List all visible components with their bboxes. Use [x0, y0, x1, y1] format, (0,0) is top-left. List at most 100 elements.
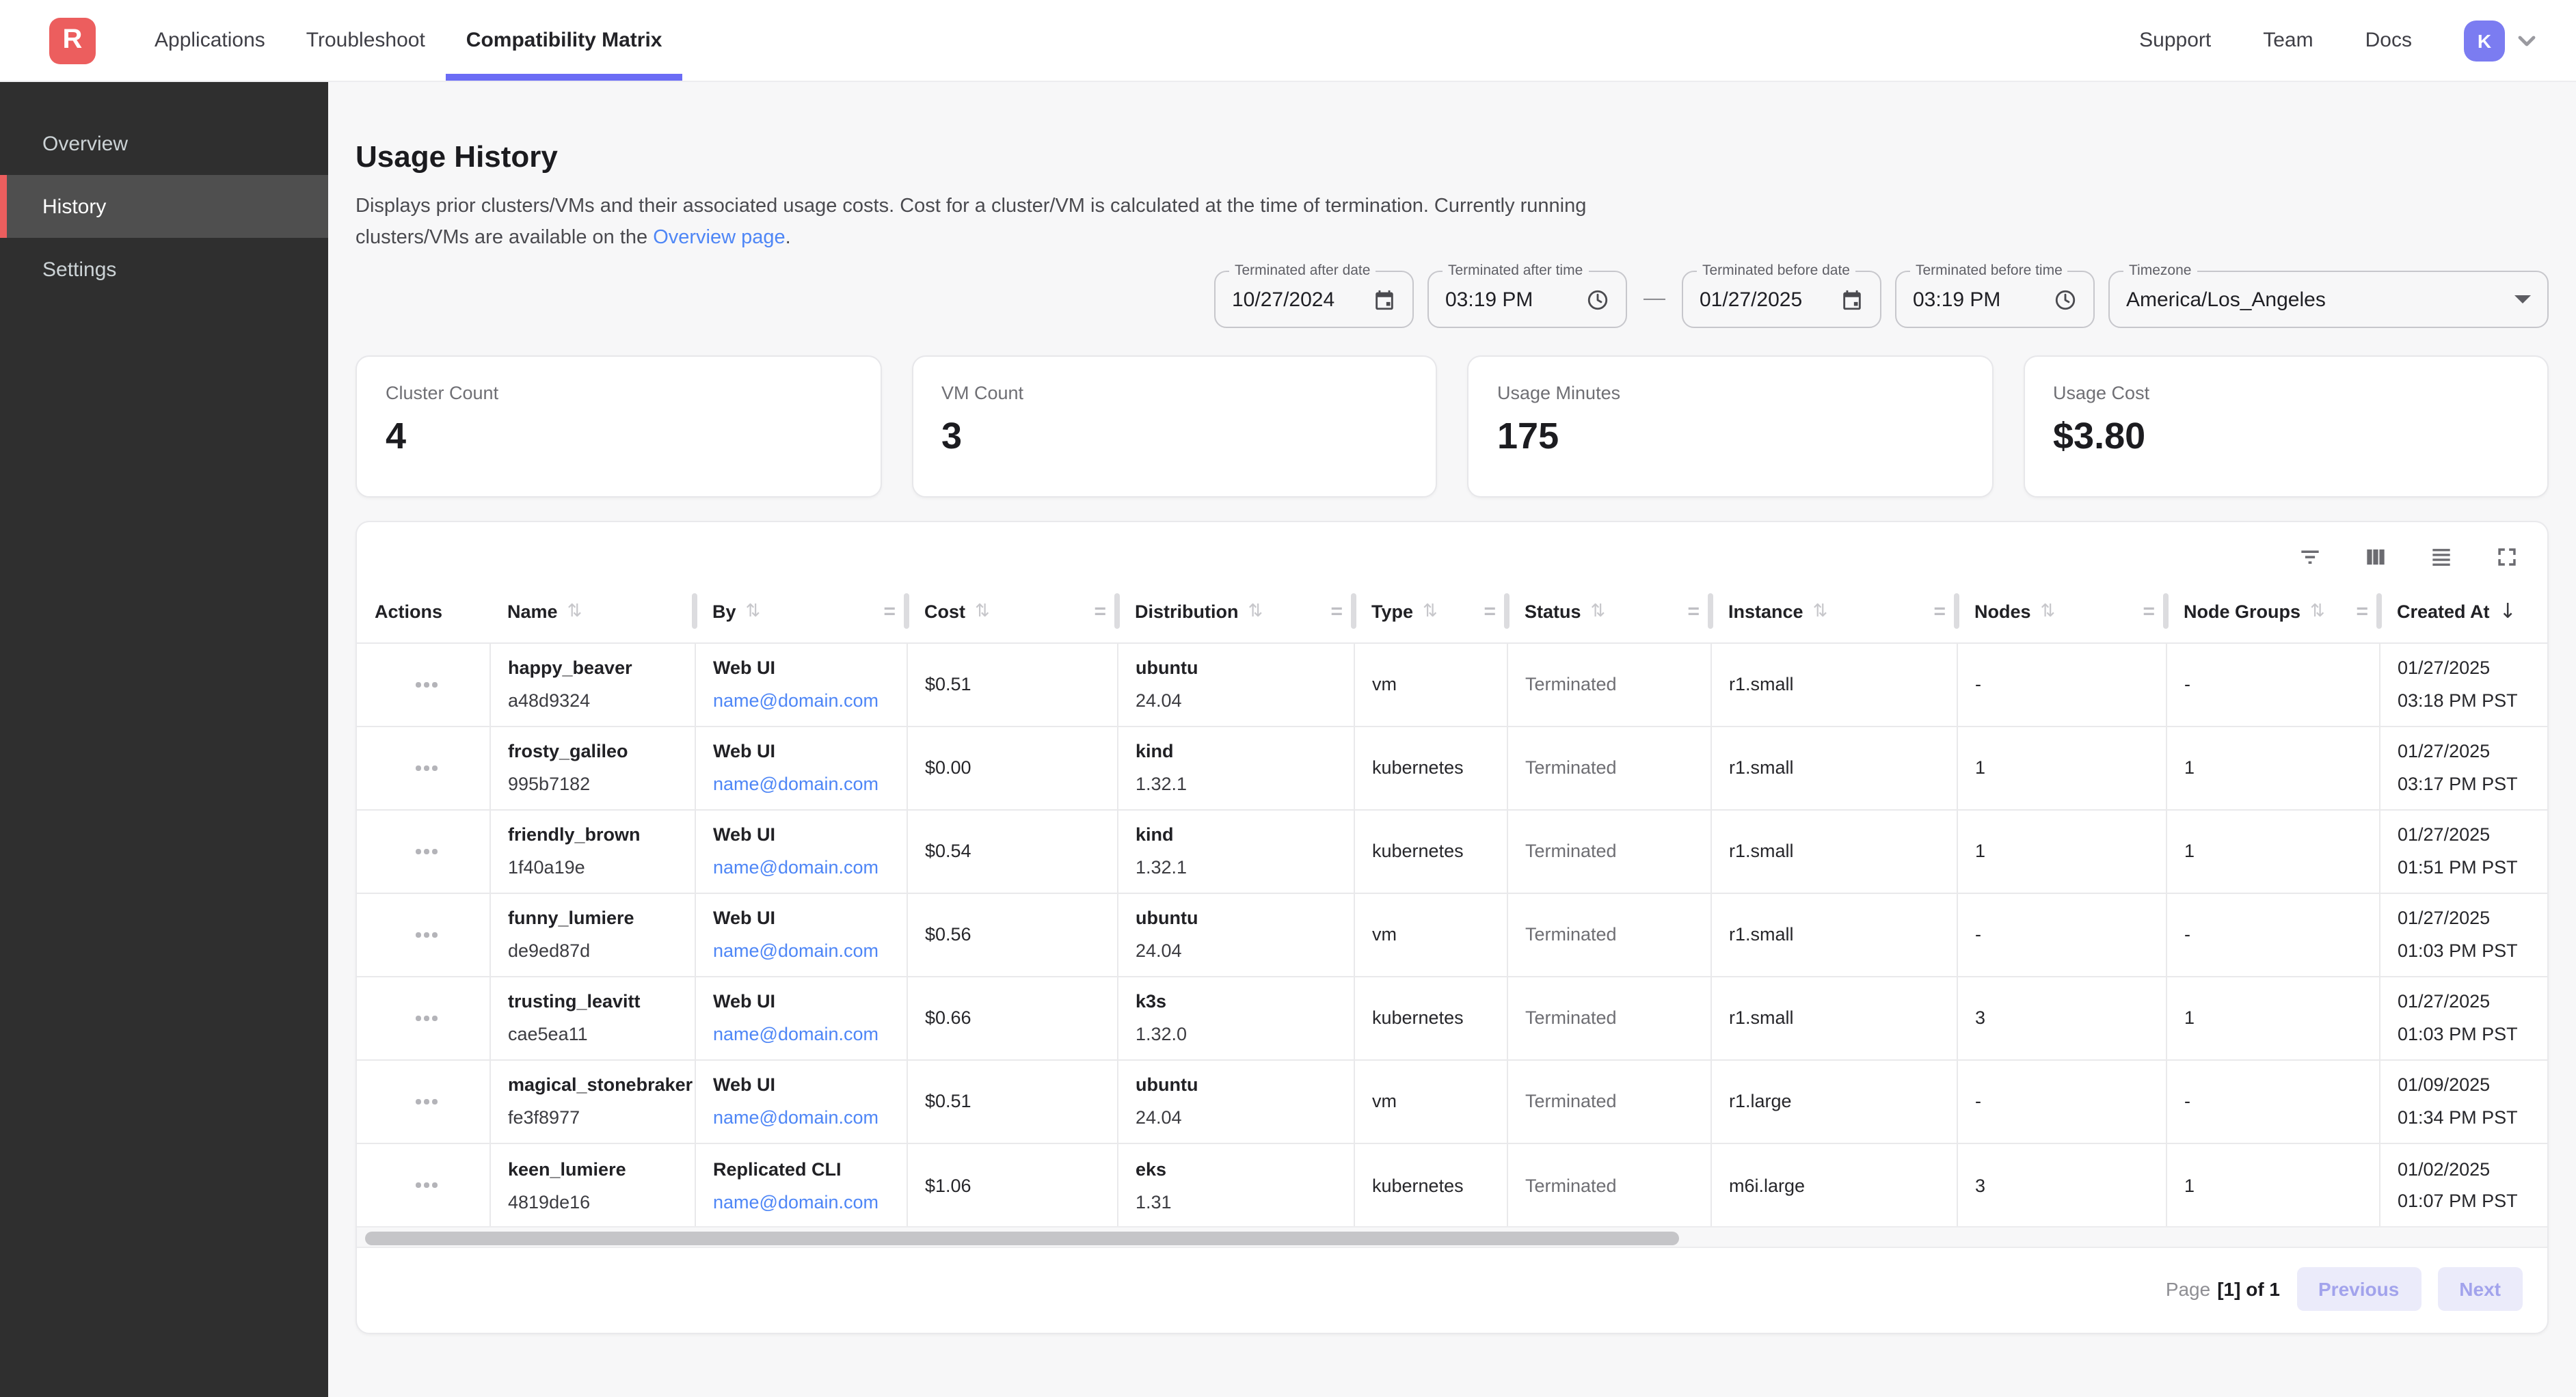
sort-icon[interactable]: ⇅ — [1248, 601, 1263, 621]
terminated-after-time-field[interactable]: Terminated after time 03:19 PM — [1427, 271, 1627, 329]
column-drag-handle[interactable]: = — [1687, 599, 1700, 623]
distribution-version: 24.04 — [1136, 941, 1342, 962]
instance-cell: r1.large — [1710, 1060, 1957, 1143]
dot — [416, 682, 420, 687]
distribution-version: 24.04 — [1136, 1108, 1342, 1128]
column-header-by[interactable]: By⇅= — [695, 580, 907, 643]
cost-cell: $0.51 — [907, 1060, 1117, 1143]
column-header-created-at[interactable]: Created At↓ — [2379, 580, 2547, 643]
user-email-link[interactable]: name@domain.com — [713, 691, 895, 711]
row-actions-button[interactable] — [407, 674, 445, 695]
distribution-cell: k3s1.32.0 — [1117, 977, 1354, 1060]
by-cell: Web UIname@domain.com — [695, 977, 907, 1060]
node-groups-cell: 1 — [2166, 810, 2379, 893]
user-email-link[interactable]: name@domain.com — [713, 858, 895, 878]
sort-icon[interactable]: ⇅ — [1591, 601, 1606, 621]
calendar-icon[interactable] — [1356, 288, 1396, 312]
column-drag-handle[interactable]: = — [2356, 599, 2368, 623]
overview-page-link[interactable]: Overview page — [653, 227, 785, 249]
column-drag-handle[interactable]: = — [1330, 599, 1343, 623]
horizontal-scrollbar[interactable] — [357, 1227, 2547, 1249]
user-email-link[interactable]: name@domain.com — [713, 1108, 895, 1128]
clock-icon[interactable] — [2037, 288, 2077, 312]
fullscreen-icon[interactable] — [2493, 543, 2520, 571]
row-actions-button[interactable] — [407, 1007, 445, 1029]
terminated-after-date-field[interactable]: Terminated after date 10/27/2024 — [1214, 271, 1414, 329]
created-at-cell: 01/27/202503:18 PM PST — [2379, 643, 2547, 727]
row-actions-button[interactable] — [407, 1091, 445, 1112]
sort-icon[interactable]: ⇅ — [2310, 601, 2325, 621]
user-email-link[interactable]: name@domain.com — [713, 774, 895, 795]
column-header-nodes[interactable]: Nodes⇅= — [1957, 580, 2166, 643]
terminated-before-time-field[interactable]: Terminated before time 03:19 PM — [1895, 271, 2095, 329]
status-badge: Terminated — [1525, 1175, 1617, 1195]
show-hide-columns-icon[interactable] — [2361, 543, 2389, 571]
sidebar-item-history[interactable]: History — [0, 175, 328, 238]
column-label: Distribution — [1135, 601, 1239, 621]
clock-icon[interactable] — [1570, 288, 1609, 312]
user-menu[interactable]: K — [2464, 20, 2538, 61]
sort-icon[interactable]: ⇅ — [1423, 601, 1438, 621]
link-docs[interactable]: Docs — [2365, 29, 2412, 52]
actions-cell — [357, 643, 489, 727]
replicated-logo[interactable]: R — [49, 17, 96, 64]
stat-value: 4 — [386, 416, 851, 459]
user-email-link[interactable]: name@domain.com — [713, 1191, 895, 1212]
density-icon[interactable] — [2427, 543, 2454, 571]
user-email-link[interactable]: name@domain.com — [713, 1025, 895, 1045]
column-header-cost[interactable]: Cost⇅= — [907, 580, 1117, 643]
sort-icon[interactable]: ⇅ — [975, 601, 990, 621]
cluster-id: 1f40a19e — [508, 858, 683, 878]
usage-history-table: ActionsName⇅By⇅=Cost⇅=Distribution⇅=Type… — [357, 580, 2547, 1227]
scrollbar-thumb[interactable] — [365, 1232, 1679, 1246]
tab-label: Compatibility Matrix — [466, 29, 662, 52]
tab-troubleshoot[interactable]: Troubleshoot — [286, 0, 446, 81]
previous-page-button[interactable]: Previous — [2296, 1268, 2421, 1312]
column-drag-handle[interactable]: = — [1933, 599, 1946, 623]
column-drag-handle[interactable]: = — [1094, 599, 1106, 623]
sort-icon[interactable]: ⇅ — [746, 601, 761, 621]
distribution-name: kind — [1136, 825, 1342, 845]
nodes-cell: 3 — [1957, 1143, 2166, 1227]
row-actions-button[interactable] — [407, 757, 445, 778]
column-drag-handle[interactable]: = — [1484, 599, 1496, 623]
sort-desc-icon[interactable]: ↓ — [2499, 599, 2517, 623]
actions-cell — [357, 1060, 489, 1143]
column-label: Node Groups — [2184, 601, 2300, 621]
dot — [424, 1099, 429, 1104]
avatar[interactable]: K — [2464, 20, 2505, 61]
timezone-select[interactable]: Timezone America/Los_Angeles — [2108, 271, 2549, 329]
column-header-name[interactable]: Name⇅ — [489, 580, 695, 643]
actions-cell — [357, 1143, 489, 1227]
user-email-link[interactable]: name@domain.com — [713, 941, 895, 962]
created-at-cell: 01/02/202501:07 PM PST — [2379, 1143, 2547, 1227]
column-header-distribution[interactable]: Distribution ⇅ = — [1117, 580, 1354, 643]
sidebar-item-settings[interactable]: Settings — [0, 238, 328, 301]
column-header-node-groups[interactable]: Node Groups ⇅ = — [2166, 580, 2379, 643]
tab-compatibility-matrix[interactable]: Compatibility Matrix — [446, 0, 683, 81]
next-page-button[interactable]: Next — [2437, 1268, 2523, 1312]
column-header-instance[interactable]: Instance⇅= — [1710, 580, 1957, 643]
row-actions-button[interactable] — [407, 924, 445, 945]
field-label: Timezone — [2123, 263, 2197, 280]
sort-icon[interactable]: ⇅ — [567, 601, 582, 621]
row-actions-button[interactable] — [407, 841, 445, 862]
main-content: Usage History Displays prior clusters/VM… — [328, 82, 2576, 1397]
node-groups-cell: 1 — [2166, 1143, 2379, 1227]
tab-label: Applications — [155, 29, 265, 52]
column-header-status[interactable]: Status⇅= — [1507, 580, 1710, 643]
column-header-type[interactable]: Type⇅= — [1354, 580, 1507, 643]
row-actions-button[interactable] — [407, 1175, 445, 1196]
column-drag-handle[interactable]: = — [883, 599, 896, 623]
column-drag-handle[interactable]: = — [2143, 599, 2155, 623]
link-team[interactable]: Team — [2263, 29, 2313, 52]
sidebar-item-overview[interactable]: Overview — [0, 112, 328, 175]
terminated-before-date-field[interactable]: Terminated before date 01/27/2025 — [1682, 271, 1881, 329]
sort-icon[interactable]: ⇅ — [1813, 601, 1828, 621]
sort-icon[interactable]: ⇅ — [2041, 601, 2056, 621]
calendar-icon[interactable] — [1824, 288, 1864, 312]
filter-icon[interactable] — [2296, 543, 2323, 571]
link-support[interactable]: Support — [2139, 29, 2211, 52]
tab-applications[interactable]: Applications — [134, 0, 286, 81]
chevron-down-icon[interactable] — [2516, 29, 2538, 51]
